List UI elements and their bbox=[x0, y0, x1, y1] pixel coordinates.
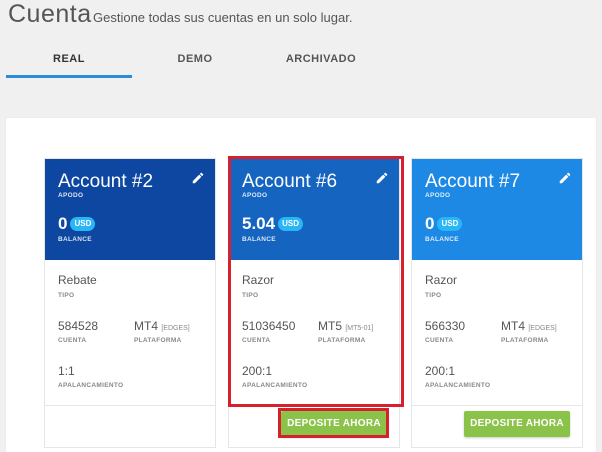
page-subtitle: Gestione todas sus cuentas en un solo lu… bbox=[93, 10, 353, 25]
plataforma-name: MT4 bbox=[501, 319, 525, 333]
tipo-label: TIPO bbox=[242, 292, 259, 299]
cuenta-value: 584528 bbox=[58, 319, 99, 333]
balance-label: BALANCE bbox=[58, 236, 92, 243]
currency-badge: USD bbox=[278, 217, 303, 231]
cuenta-value: 566330 bbox=[425, 319, 466, 333]
plataforma-label: PLATAFORMA bbox=[318, 337, 366, 344]
apodo-label: APODO bbox=[58, 192, 84, 199]
tab-archivado[interactable]: ARCHIVADO bbox=[258, 48, 384, 78]
apalancamiento-label: APALANCAMIENTO bbox=[425, 382, 491, 389]
tipo-value: Razor bbox=[242, 273, 275, 287]
plataforma-name: MT5 bbox=[318, 319, 342, 333]
tab-active-indicator bbox=[6, 75, 132, 78]
edit-pencil-icon[interactable] bbox=[558, 171, 572, 185]
plataforma-name: MT4 bbox=[134, 319, 158, 333]
deposit-now-button[interactable]: DEPOSITE AHORA bbox=[464, 411, 570, 437]
account-tabs: REAL DEMO ARCHIVADO bbox=[6, 48, 466, 80]
card-divider bbox=[412, 405, 582, 406]
plataforma-label: PLATAFORMA bbox=[501, 337, 549, 344]
account-card-body: Razor TIPO 566330 CUENTA MT4 [EDGES] PLA… bbox=[412, 260, 582, 405]
tipo-label: TIPO bbox=[425, 292, 442, 299]
card-divider bbox=[45, 405, 215, 406]
plataforma-value: MT4 [EDGES] bbox=[501, 319, 557, 333]
deposit-now-button[interactable]: DEPOSITE AHORA bbox=[281, 411, 387, 437]
plataforma-value: MT4 [EDGES] bbox=[134, 319, 190, 333]
plataforma-server: [EDGES] bbox=[528, 325, 557, 332]
balance-row: 0 USD bbox=[425, 214, 463, 234]
tipo-label: TIPO bbox=[58, 292, 75, 299]
currency-badge: USD bbox=[437, 217, 463, 231]
account-name: Account #6 bbox=[242, 171, 338, 192]
plataforma-server: [EDGES] bbox=[161, 325, 190, 332]
apodo-label: APODO bbox=[425, 192, 451, 199]
page-title: Cuenta bbox=[8, 0, 92, 28]
page-header: Cuenta Gestione todas sus cuentas en un … bbox=[0, 0, 602, 110]
plataforma-value: MT5 [MT5-01] bbox=[318, 319, 373, 333]
account-card-header: Account #7 APODO 0 USD BALANCE bbox=[412, 159, 582, 260]
account-card-header: Account #6 APODO 5.04 USD BALANCE bbox=[229, 159, 399, 260]
account-card: Account #7 APODO 0 USD BALANCE Razor TIP… bbox=[411, 158, 583, 448]
plataforma-server: [MT5-01] bbox=[345, 325, 374, 332]
balance-row: 0 USD bbox=[58, 214, 96, 234]
balance-label: BALANCE bbox=[242, 236, 276, 243]
account-name: Account #7 bbox=[425, 171, 521, 192]
cuenta-value: 51036450 bbox=[242, 319, 296, 333]
account-card-body: Razor TIPO 51036450 CUENTA MT5 [MT5-01] … bbox=[229, 260, 399, 405]
tipo-value: Rebate bbox=[58, 273, 97, 287]
account-card: Account #6 APODO 5.04 USD BALANCE Razor … bbox=[228, 158, 400, 448]
apalancamiento-label: APALANCAMIENTO bbox=[58, 382, 124, 389]
account-name: Account #2 bbox=[58, 171, 154, 192]
card-divider bbox=[229, 405, 399, 406]
tab-real[interactable]: REAL bbox=[6, 48, 132, 78]
account-card: Account #2 APODO 0 USD BALANCE Rebate TI… bbox=[44, 158, 216, 448]
tipo-value: Razor bbox=[425, 273, 458, 287]
cuenta-label: CUENTA bbox=[58, 337, 87, 344]
balance-row: 5.04 USD bbox=[242, 214, 303, 234]
account-card-body: Rebate TIPO 584528 CUENTA MT4 [EDGES] PL… bbox=[45, 260, 215, 405]
apalancamiento-value: 200:1 bbox=[425, 364, 456, 378]
apalancamiento-value: 200:1 bbox=[242, 364, 273, 378]
currency-badge: USD bbox=[70, 217, 96, 231]
edit-pencil-icon[interactable] bbox=[191, 171, 205, 185]
apalancamiento-value: 1:1 bbox=[58, 364, 75, 378]
apalancamiento-label: APALANCAMIENTO bbox=[242, 382, 308, 389]
balance-value: 5.04 bbox=[242, 214, 276, 233]
balance-value: 0 bbox=[58, 214, 68, 233]
balance-value: 0 bbox=[425, 214, 435, 233]
cuenta-label: CUENTA bbox=[425, 337, 454, 344]
edit-pencil-icon[interactable] bbox=[375, 171, 389, 185]
account-card-header: Account #2 APODO 0 USD BALANCE bbox=[45, 159, 215, 260]
apodo-label: APODO bbox=[242, 192, 268, 199]
plataforma-label: PLATAFORMA bbox=[134, 337, 182, 344]
balance-label: BALANCE bbox=[425, 236, 459, 243]
cuenta-label: CUENTA bbox=[242, 337, 271, 344]
tab-demo[interactable]: DEMO bbox=[132, 48, 258, 78]
